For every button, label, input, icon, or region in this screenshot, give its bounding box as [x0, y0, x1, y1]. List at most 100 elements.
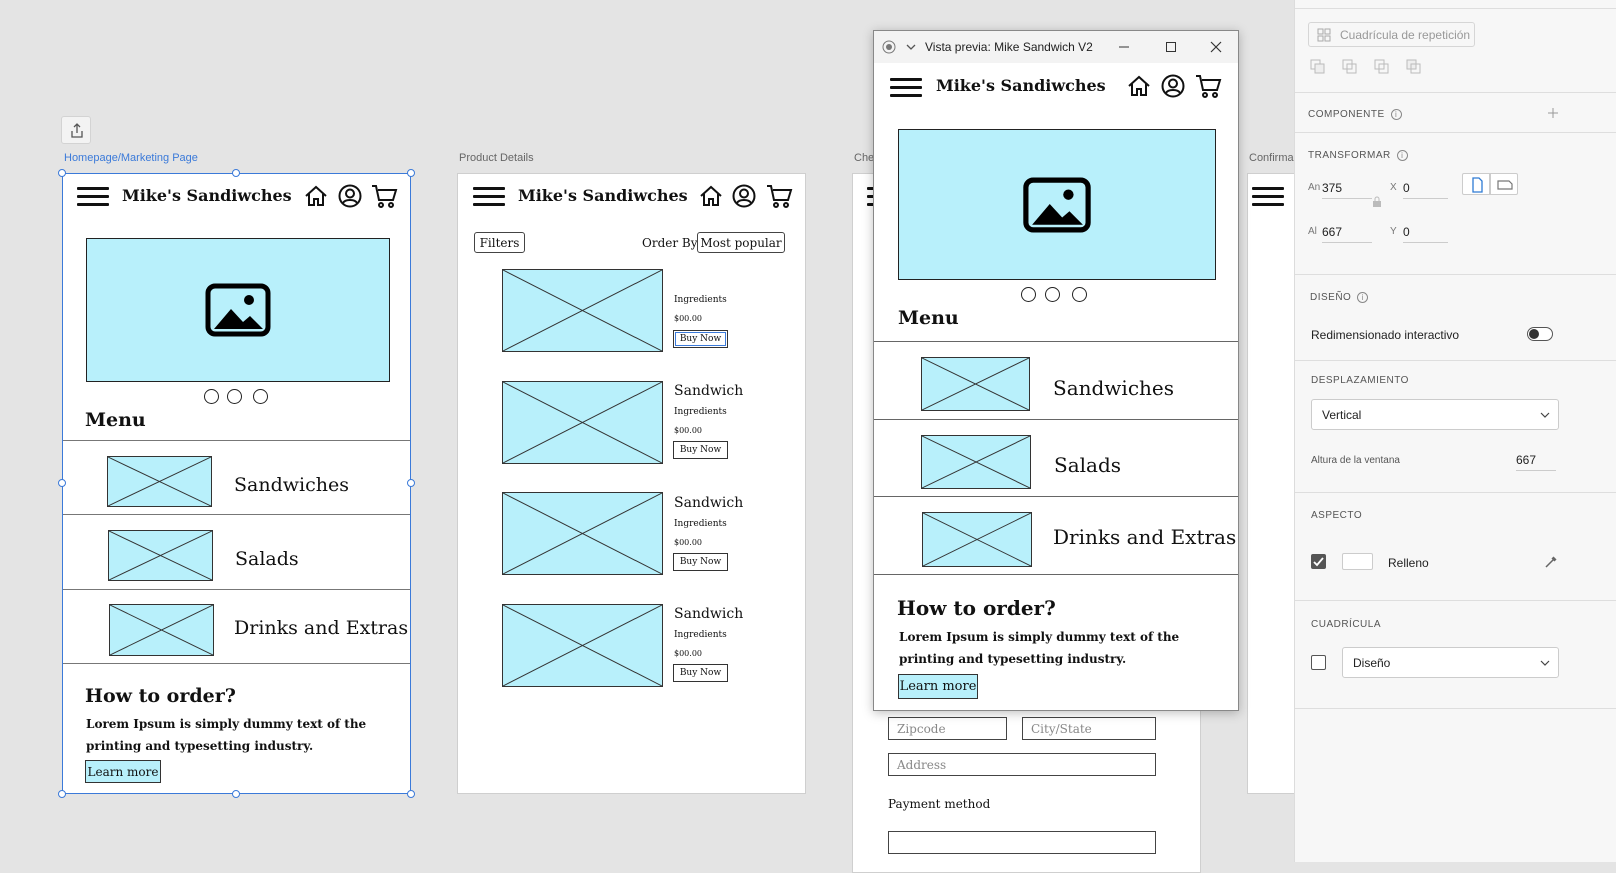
boolean-subtract-icon[interactable]	[1341, 58, 1359, 76]
selection-handle[interactable]	[58, 479, 66, 487]
scroll-direction-select[interactable]: Vertical	[1311, 399, 1559, 430]
component-label: COMPONENTE	[1308, 109, 1385, 121]
property-inspector: Cuadrícula de repetición COMPONENTE i TRA…	[1294, 0, 1616, 862]
cart-icon	[1196, 75, 1222, 98]
artboard-label-homepage[interactable]: Homepage/Marketing Page	[64, 152, 198, 164]
menu-heading: Menu	[898, 307, 959, 329]
product-ingredients: Ingredients	[674, 519, 727, 529]
panel-divider	[1295, 492, 1616, 493]
selection-handle[interactable]	[58, 790, 66, 798]
artboard-product-details[interactable]: Mike's Sandiwches Filters Order By: Most…	[457, 173, 806, 794]
selection-handle[interactable]	[58, 169, 66, 177]
toggle-knob	[1529, 329, 1539, 339]
x-input[interactable]: 0	[1403, 177, 1448, 199]
category-salads[interactable]: Salads	[1054, 453, 1121, 477]
fill-color-swatch[interactable]	[1342, 553, 1373, 570]
buy-now-button[interactable]: Buy Now	[673, 441, 728, 459]
boolean-intersect-icon[interactable]	[1373, 58, 1391, 76]
category-sandwiches[interactable]: Sandwiches	[234, 474, 349, 496]
carousel-dot[interactable]	[1072, 287, 1087, 302]
product-ingredients: Ingredients	[674, 407, 727, 417]
cart-icon	[372, 185, 398, 208]
learn-more-button[interactable]: Learn more	[85, 760, 161, 783]
zipcode-field[interactable]: Zipcode	[888, 717, 1007, 740]
selection-handle[interactable]	[407, 169, 415, 177]
width-input[interactable]: 375	[1322, 177, 1372, 199]
responsive-resize-toggle[interactable]	[1527, 327, 1553, 341]
carousel-dot[interactable]	[204, 389, 219, 404]
chevron-down-icon	[1540, 412, 1550, 418]
buy-now-button[interactable]: Buy Now	[673, 664, 728, 682]
carousel-dot[interactable]	[227, 389, 242, 404]
grid-checkbox[interactable]	[1311, 655, 1326, 670]
category-salads[interactable]: Salads	[235, 548, 299, 570]
buy-now-button[interactable]: Buy Now	[673, 553, 728, 571]
selection-handle[interactable]	[407, 479, 415, 487]
carousel-dot[interactable]	[1045, 287, 1060, 302]
add-icon[interactable]	[1547, 107, 1559, 119]
info-icon[interactable]: i	[1390, 109, 1402, 120]
x-label: X	[1390, 182, 1397, 193]
preview-window[interactable]: Vista previa: Mike Sandwich V2 Mike's Sa…	[873, 30, 1239, 711]
placeholder-image	[922, 512, 1032, 567]
buy-now-button[interactable]: Buy Now	[673, 330, 728, 348]
hero-image	[898, 129, 1216, 280]
category-sandwiches[interactable]: Sandwiches	[1053, 376, 1174, 400]
eyedropper-icon[interactable]	[1543, 554, 1559, 570]
product-image	[502, 269, 663, 352]
product-price: $00.00	[674, 426, 702, 435]
home-icon	[1128, 75, 1150, 96]
selection-handle[interactable]	[232, 790, 240, 798]
address-field[interactable]: Address	[888, 753, 1156, 776]
filters-button[interactable]: Filters	[474, 232, 525, 253]
info-icon[interactable]: i	[1357, 292, 1369, 303]
order-by-label: Order By:	[642, 236, 702, 250]
learn-more-button[interactable]: Learn more	[898, 674, 978, 699]
divider	[63, 663, 410, 664]
user-icon	[1161, 74, 1185, 98]
preview-titlebar[interactable]: Vista previa: Mike Sandwich V2	[874, 31, 1238, 63]
panel-divider	[1295, 132, 1616, 133]
category-drinks[interactable]: Drinks and Extras	[234, 617, 408, 639]
divider	[874, 574, 1238, 575]
maximize-icon[interactable]	[1164, 40, 1178, 54]
minimize-icon[interactable]	[1117, 40, 1131, 54]
carousel-dot[interactable]	[1021, 287, 1036, 302]
viewport-height-input[interactable]: 667	[1516, 449, 1556, 471]
portrait-toggle[interactable]	[1462, 173, 1490, 195]
close-icon[interactable]	[1209, 40, 1223, 54]
grid-section-title: CUADRÍCULA	[1311, 619, 1382, 630]
artboard-label-checkout[interactable]: Che	[854, 152, 874, 164]
product-title: Sandwich	[674, 495, 744, 511]
fill-checkbox[interactable]	[1311, 554, 1326, 569]
payment-method-field[interactable]	[888, 831, 1156, 854]
brand-title: Mike's Sandiwches	[936, 76, 1106, 95]
grid-type-select[interactable]: Diseño	[1342, 647, 1559, 678]
artboard-label-confirmation[interactable]: Confirma	[1249, 152, 1294, 164]
record-icon[interactable]	[882, 40, 896, 54]
divider	[63, 440, 410, 441]
height-input[interactable]: 667	[1322, 221, 1372, 243]
carousel-dot[interactable]	[253, 389, 268, 404]
share-button[interactable]	[61, 116, 91, 144]
selection-handle[interactable]	[407, 790, 415, 798]
lock-icon[interactable]	[1372, 196, 1382, 208]
boolean-add-icon[interactable]	[1309, 58, 1327, 76]
repeat-grid-button[interactable]: Cuadrícula de repetición	[1308, 22, 1475, 47]
landscape-toggle[interactable]	[1490, 173, 1518, 195]
grid-type-value: Diseño	[1353, 655, 1391, 670]
artboard-homepage[interactable]: Mike's Sandiwches Menu Sandwiches Salads…	[62, 173, 411, 794]
chevron-down-icon[interactable]	[905, 42, 917, 52]
selection-handle[interactable]	[232, 169, 240, 177]
info-icon[interactable]: i	[1396, 150, 1408, 161]
boolean-exclude-icon[interactable]	[1405, 58, 1423, 76]
category-drinks[interactable]: Drinks and Extras	[1053, 525, 1236, 549]
order-by-select[interactable]: Most popular	[697, 232, 785, 253]
artboard-label-product[interactable]: Product Details	[459, 152, 534, 164]
image-icon	[205, 283, 271, 337]
how-to-order-text: Lorem Ipsum is simply dummy text of the …	[86, 717, 367, 753]
y-input[interactable]: 0	[1403, 221, 1448, 243]
city-state-field[interactable]: City/State	[1022, 717, 1156, 740]
share-icon	[71, 123, 83, 138]
placeholder-image	[108, 530, 213, 581]
